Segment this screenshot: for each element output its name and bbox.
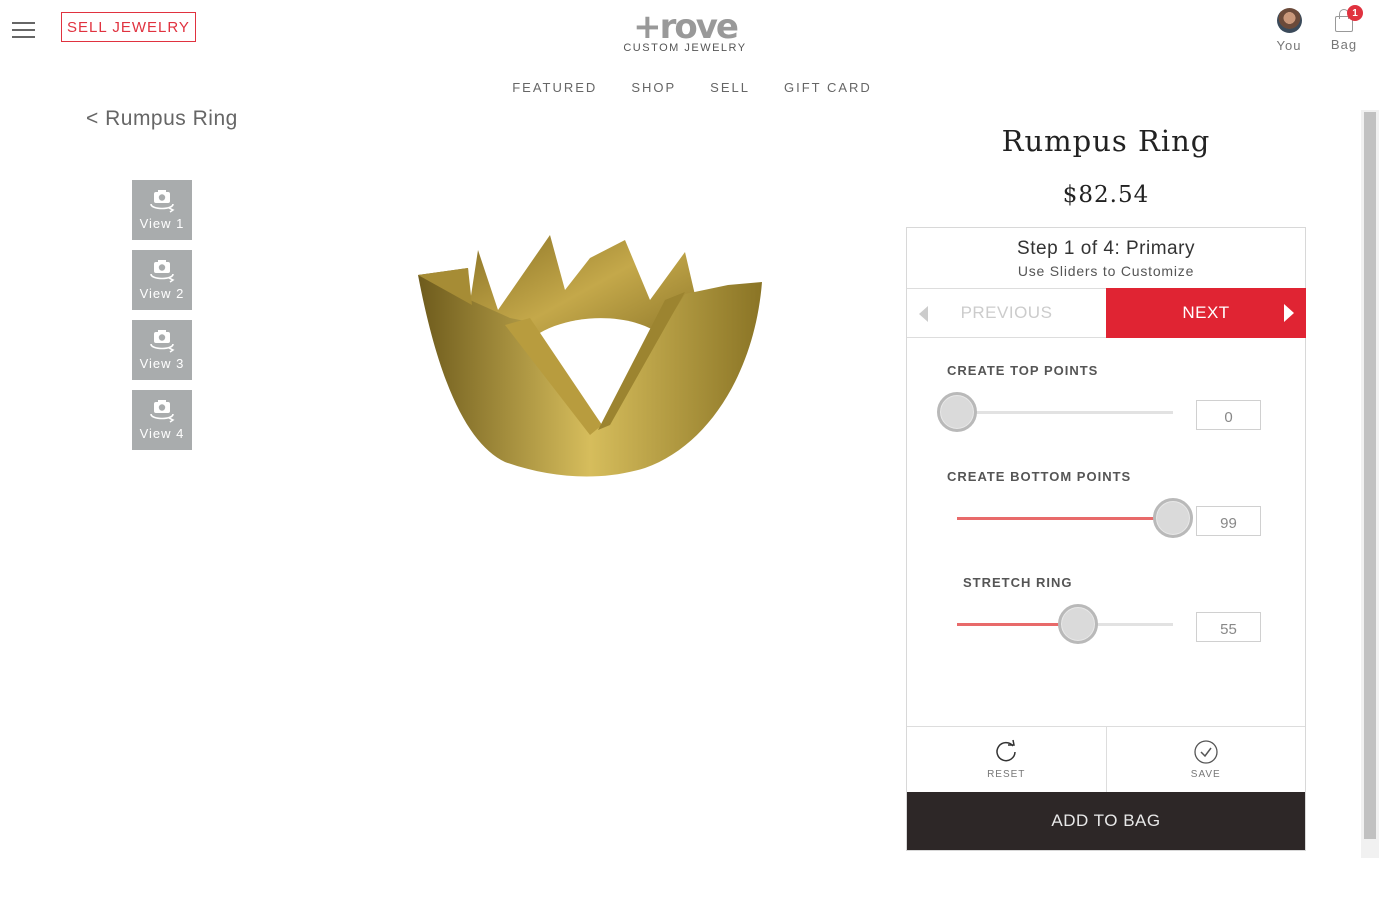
ring-3d-preview[interactable] <box>410 230 770 485</box>
stretch-ring-value-field[interactable]: 55 <box>1196 612 1261 642</box>
nav-item-shop[interactable]: SHOP <box>631 80 676 95</box>
slider-label-top-points: CREATE TOP POINTS <box>947 363 1099 378</box>
step-title: Step 1 of 4: Primary <box>1017 238 1195 259</box>
previous-label: PREVIOUS <box>960 303 1053 322</box>
rotate-camera-icon <box>150 330 175 353</box>
slider-label-stretch-ring: STRETCH RING <box>963 575 1073 590</box>
view-2-button[interactable]: View 2 <box>132 250 192 310</box>
previous-button[interactable]: PREVIOUS <box>907 288 1106 338</box>
view-label: View 3 <box>139 356 185 371</box>
rotate-camera-icon <box>150 190 175 213</box>
slider-thumb[interactable] <box>937 392 977 432</box>
main-nav: FEATURED SHOP SELL GIFT CARD <box>0 80 1380 95</box>
account-label: You <box>1276 38 1302 53</box>
slider-bottom-points[interactable] <box>957 498 1193 538</box>
view-4-button[interactable]: View 4 <box>132 390 192 450</box>
sell-jewelry-button[interactable]: SELL JEWELRY <box>61 12 196 42</box>
top-points-value-field[interactable]: 0 <box>1196 400 1261 430</box>
logo[interactable]: +rove CUSTOM JEWELRY <box>610 10 760 54</box>
logo-subtitle: CUSTOM JEWELRY <box>623 42 747 54</box>
back-link[interactable]: < Rumpus Ring <box>86 107 238 131</box>
view-selector: View 1 View 2 View 3 View 4 <box>132 180 192 460</box>
save-button[interactable]: SAVE <box>1105 727 1306 792</box>
slider-thumb[interactable] <box>1057 604 1098 644</box>
next-label: NEXT <box>1182 303 1230 322</box>
slider-thumb[interactable] <box>1153 498 1193 538</box>
step-header: Step 1 of 4: Primary Use Sliders to Cust… <box>907 228 1305 288</box>
rotate-camera-icon <box>150 260 175 283</box>
menu-icon[interactable] <box>12 22 35 40</box>
nav-item-sell[interactable]: SELL <box>710 80 750 95</box>
action-row: RESET SAVE <box>907 726 1305 792</box>
shopping-bag-icon: 1 <box>1333 5 1363 32</box>
reset-icon <box>996 739 1016 762</box>
customizer-panel: Step 1 of 4: Primary Use Sliders to Cust… <box>906 227 1306 851</box>
slider-stretch-ring[interactable] <box>957 604 1173 644</box>
next-button[interactable]: NEXT <box>1106 288 1306 338</box>
nav-item-featured[interactable]: FEATURED <box>512 80 597 95</box>
view-label: View 4 <box>139 426 185 441</box>
slider-fill <box>957 517 1173 520</box>
reset-button[interactable]: RESET <box>907 727 1106 792</box>
reset-label: RESET <box>987 769 1026 780</box>
view-label: View 1 <box>139 216 185 231</box>
step-subtitle: Use Sliders to Customize <box>1017 263 1195 279</box>
save-label: SAVE <box>1190 769 1221 780</box>
add-to-bag-button[interactable]: ADD TO BAG <box>907 792 1305 850</box>
checkmark-icon <box>1194 740 1218 764</box>
slider-label-bottom-points: CREATE BOTTOM POINTS <box>947 469 1132 484</box>
avatar <box>1276 8 1302 33</box>
bag-count-badge: 1 <box>1347 5 1363 21</box>
rotate-camera-icon <box>150 400 175 423</box>
view-label: View 2 <box>139 286 185 301</box>
slider-top-points[interactable] <box>937 392 1173 432</box>
account-link[interactable]: You <box>1272 8 1306 53</box>
scrollbar-thumb[interactable] <box>1364 112 1376 839</box>
bag-label: Bag <box>1330 37 1358 52</box>
product-title: Rumpus Ring <box>1001 124 1211 158</box>
arrow-right-icon <box>1284 304 1294 322</box>
product-price: $82.54 <box>1062 182 1150 208</box>
view-3-button[interactable]: View 3 <box>132 320 192 380</box>
view-1-button[interactable]: View 1 <box>132 180 192 240</box>
nav-item-gift-card[interactable]: GIFT CARD <box>784 80 872 95</box>
logo-wordmark: +rove <box>633 7 739 47</box>
bag-link[interactable]: 1 Bag <box>1328 5 1363 52</box>
bottom-points-value-field[interactable]: 99 <box>1196 506 1261 536</box>
arrow-left-icon <box>919 306 928 322</box>
